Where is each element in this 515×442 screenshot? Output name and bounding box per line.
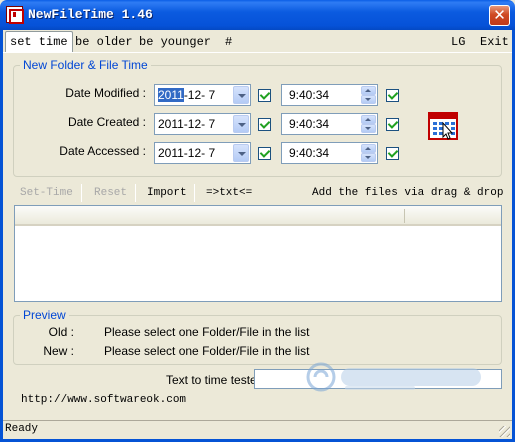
time-created-checkbox[interactable]: [386, 118, 399, 131]
window-frame-left: [0, 30, 3, 442]
date-accessed-value: 2011-12- 7: [158, 146, 216, 160]
toolbar-separator: [81, 184, 82, 202]
menu-exit[interactable]: Exit: [476, 33, 513, 53]
date-accessed-picker[interactable]: 2011-12- 7: [154, 142, 251, 164]
date-modified-date-checkbox[interactable]: [258, 89, 271, 102]
preview-old-value: Please select one Folder/File in the lis…: [104, 325, 310, 339]
text-to-time-label: Text to time tester: [166, 373, 261, 387]
column-divider[interactable]: [404, 209, 405, 223]
time-modified-field[interactable]: 9:40:34: [281, 84, 378, 106]
file-list-header[interactable]: [15, 206, 501, 226]
toolbar-separator: [194, 184, 195, 202]
export-txt-button[interactable]: =>txt<=: [206, 184, 252, 202]
chevron-down-icon[interactable]: [233, 115, 249, 133]
menu-separator: [3, 52, 512, 53]
time-modified-value: 9:40:34: [289, 88, 330, 102]
add-files-drag-drop-button[interactable]: Add the files via drag & drop ▾: [312, 184, 515, 217]
watermark-logo: [306, 362, 481, 392]
resize-grip[interactable]: [499, 426, 510, 437]
date-accessed-label: Date Accessed :: [59, 144, 146, 158]
time-created-spinner[interactable]: [361, 115, 376, 133]
time-accessed-value: 9:40:34: [289, 146, 330, 160]
group-folder-file-title: New Folder & File Time: [20, 58, 151, 72]
website-link[interactable]: http://www.softwareok.com: [21, 394, 186, 406]
menu-bar: set time be older be younger # LG Exit: [3, 30, 512, 53]
spin-down-icon[interactable]: [361, 124, 376, 133]
date-created-date-checkbox[interactable]: [258, 118, 271, 131]
date-modified-label: Date Modified :: [65, 86, 146, 100]
preview-new-label: New :: [43, 344, 74, 358]
preview-new-value: Please select one Folder/File in the lis…: [104, 344, 310, 358]
tab-be-younger[interactable]: be younger: [135, 33, 215, 53]
time-created-field[interactable]: 9:40:34: [281, 113, 378, 135]
chevron-down-icon[interactable]: [233, 86, 249, 104]
spin-down-icon[interactable]: [361, 153, 376, 162]
time-created-value: 9:40:34: [289, 117, 330, 131]
date-modified-year-selected: 2011: [158, 88, 184, 102]
file-list[interactable]: [14, 205, 502, 302]
chevron-down-icon[interactable]: [233, 144, 249, 162]
status-bar: Ready: [3, 420, 512, 439]
time-accessed-checkbox[interactable]: [386, 147, 399, 160]
time-accessed-field[interactable]: 9:40:34: [281, 142, 378, 164]
reset-button[interactable]: Reset: [94, 184, 127, 202]
time-accessed-spinner[interactable]: [361, 144, 376, 162]
app-icon[interactable]: [6, 6, 24, 24]
date-created-value: 2011-12- 7: [158, 117, 216, 131]
spin-up-icon[interactable]: [361, 144, 376, 153]
window-title: NewFileTime 1.46: [28, 7, 153, 22]
menu-language[interactable]: LG: [447, 33, 469, 53]
set-time-button[interactable]: Set-Time: [20, 184, 73, 202]
import-button[interactable]: Import: [147, 184, 187, 202]
date-modified-rest: -12- 7: [183, 88, 216, 102]
toolbar-separator: [135, 184, 136, 202]
tab-be-older[interactable]: be older: [71, 33, 137, 53]
time-modified-spinner[interactable]: [361, 86, 376, 104]
preview-old-label: Old :: [48, 325, 74, 339]
spin-up-icon[interactable]: [361, 86, 376, 95]
status-text: Ready: [5, 423, 39, 435]
spin-up-icon[interactable]: [361, 115, 376, 124]
date-modified-picker[interactable]: 2011-12- 7: [154, 84, 251, 106]
preview-title: Preview: [20, 308, 69, 322]
close-button[interactable]: ✕: [489, 5, 510, 26]
date-accessed-date-checkbox[interactable]: [258, 147, 271, 160]
date-created-label: Date Created :: [67, 115, 146, 129]
time-modified-checkbox[interactable]: [386, 89, 399, 102]
spin-down-icon[interactable]: [361, 95, 376, 104]
title-bar: NewFileTime 1.46 ✕: [0, 0, 515, 30]
tab-set-time[interactable]: set time: [5, 31, 73, 53]
tab-hash[interactable]: #: [221, 33, 236, 53]
calendar-cursor-icon[interactable]: [428, 110, 460, 142]
date-created-picker[interactable]: 2011-12- 7: [154, 113, 251, 135]
